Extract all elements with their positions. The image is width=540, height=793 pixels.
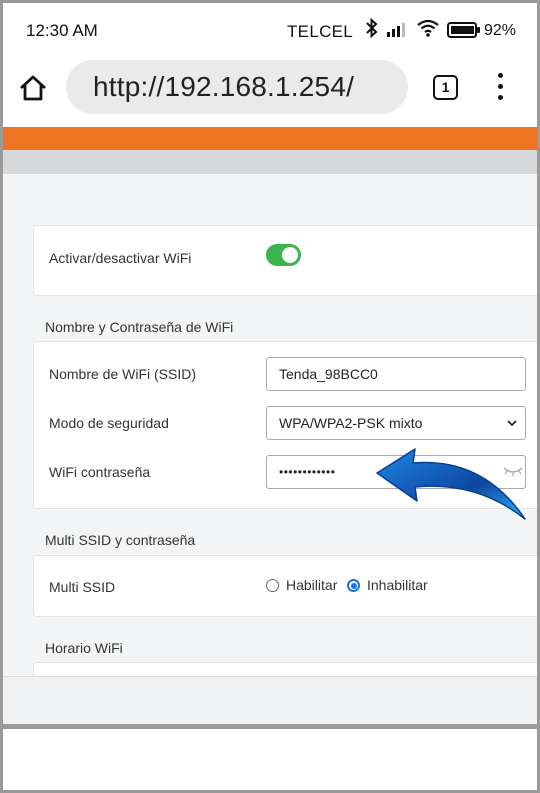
wifi-toggle-switch[interactable] <box>266 244 301 266</box>
router-header-bar <box>3 127 537 150</box>
home-icon[interactable] <box>17 72 49 104</box>
section-title-name-password: Nombre y Contraseña de WiFi <box>45 319 234 335</box>
ssid-input[interactable]: Tenda_98BCC0 <box>266 357 526 391</box>
router-subheader-bar <box>3 150 537 174</box>
page-footer <box>3 676 537 726</box>
multi-ssid-card: Multi SSID Habilitar Inhabilitar <box>33 555 537 617</box>
security-mode-value: WPA/WPA2-PSK mixto <box>279 415 423 431</box>
wifi-toggle-label: Activar/desactivar WiFi <box>49 250 192 266</box>
status-bar: 12:30 AM TELCEL 92% <box>3 3 537 55</box>
password-label: WiFi contraseña <box>49 464 151 480</box>
multi-ssid-label: Multi SSID <box>49 579 116 595</box>
signal-icon <box>387 23 405 37</box>
status-time: 12:30 AM <box>26 21 98 40</box>
toggle-knob <box>282 247 298 263</box>
bluetooth-icon <box>366 18 378 38</box>
screen: 12:30 AM TELCEL 92% http://192.168.1.254… <box>3 3 537 790</box>
browser-toolbar: http://192.168.1.254/ 1 <box>3 55 537 127</box>
section-title-wifi-schedule: Horario WiFi <box>45 640 123 656</box>
router-settings-panel: Activar/desactivar WiFi Nombre y Contras… <box>3 174 537 676</box>
annotation-arrow-icon <box>376 448 526 520</box>
radio-habilitar[interactable] <box>266 579 279 592</box>
bottom-area <box>3 729 537 790</box>
ssid-label: Nombre de WiFi (SSID) <box>49 366 197 382</box>
security-mode-label: Modo de seguridad <box>49 415 169 431</box>
address-bar[interactable]: http://192.168.1.254/ <box>66 60 408 114</box>
status-carrier: TELCEL <box>287 22 354 41</box>
radio-inhabilitar[interactable] <box>347 579 360 592</box>
wifi-icon <box>417 19 439 37</box>
radio-habilitar-label[interactable]: Habilitar <box>286 577 337 593</box>
wifi-toggle-card: Activar/desactivar WiFi <box>33 225 537 296</box>
browser-menu-icon[interactable] <box>493 73 507 103</box>
section-title-multi-ssid: Multi SSID y contraseña <box>45 532 196 548</box>
security-mode-select[interactable]: WPA/WPA2-PSK mixto <box>266 406 526 440</box>
battery-icon <box>447 22 480 38</box>
battery-percentage: 92% <box>484 22 517 39</box>
tab-switcher-button[interactable]: 1 <box>433 75 458 100</box>
multi-ssid-radio-group: Habilitar Inhabilitar <box>266 570 486 600</box>
chevron-down-icon <box>507 420 517 427</box>
wifi-schedule-card <box>33 662 537 676</box>
radio-inhabilitar-label[interactable]: Inhabilitar <box>367 577 428 593</box>
